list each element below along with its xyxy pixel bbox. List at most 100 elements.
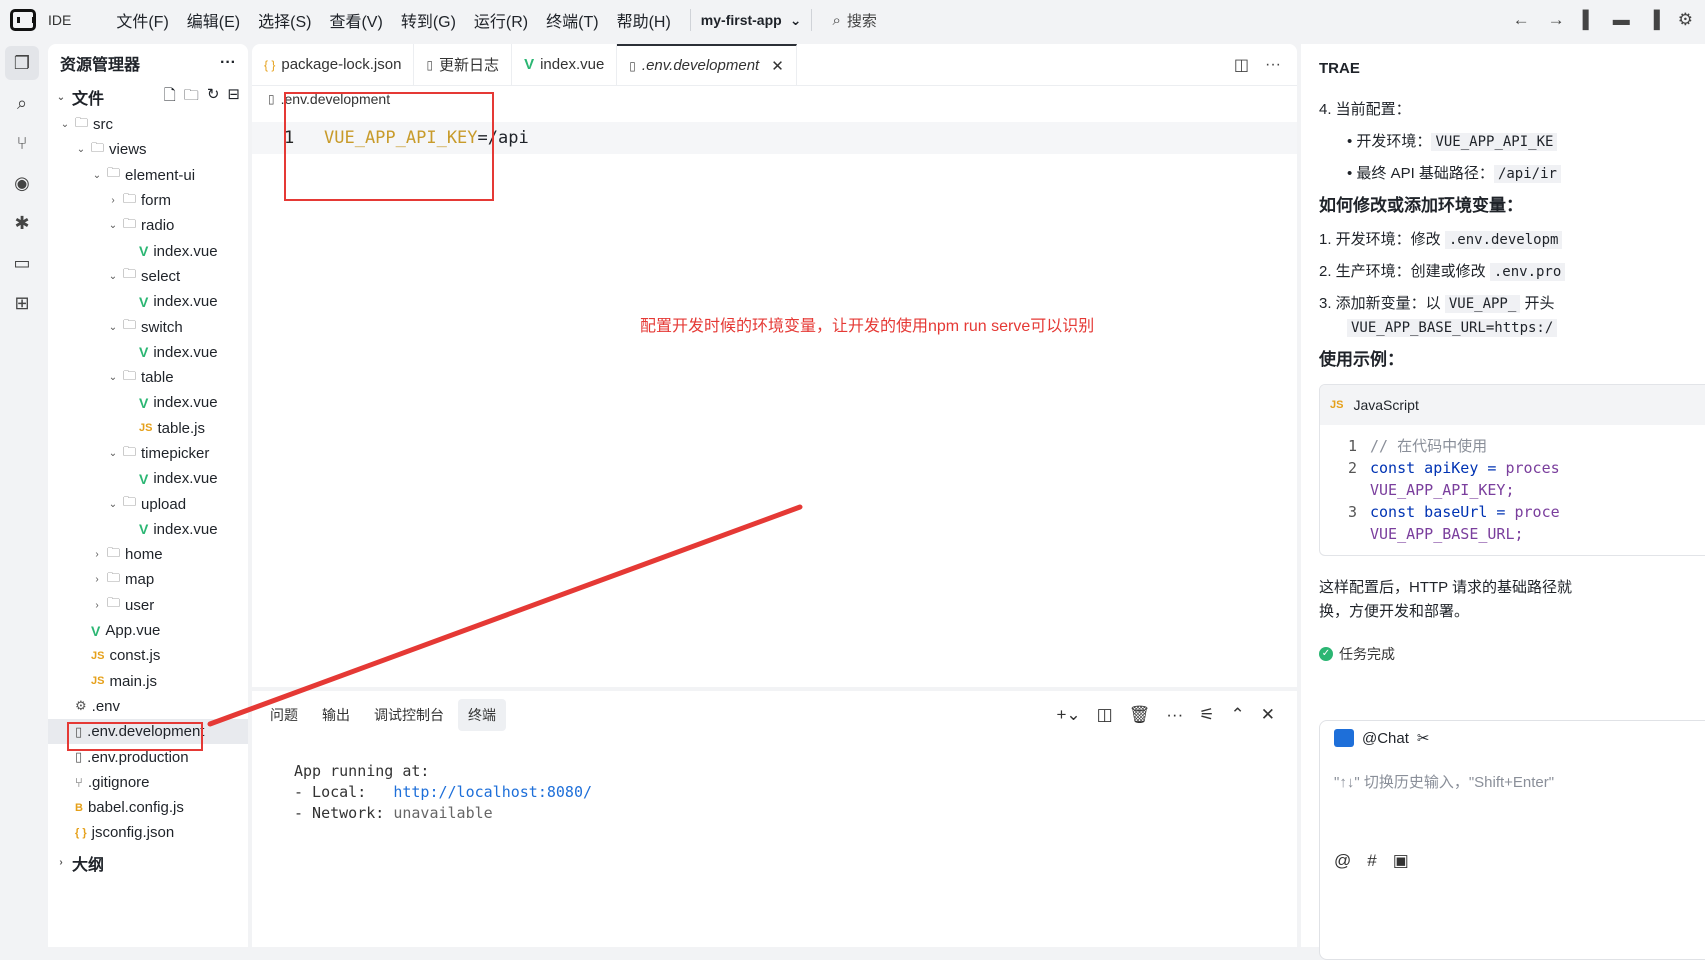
- menu-view[interactable]: 查看(V): [320, 8, 391, 32]
- explorer-files-icon[interactable]: ❐: [5, 46, 39, 80]
- tab-terminal[interactable]: 终端: [458, 699, 506, 731]
- folder-item[interactable]: ⌄ 🗀 switch: [48, 314, 248, 339]
- forward-arrow-icon[interactable]: →: [1548, 10, 1565, 30]
- file-item[interactable]: Vindex.vue: [48, 466, 248, 491]
- json-icon: { }: [264, 57, 276, 72]
- tab-changelog[interactable]: ▯ 更新日志: [414, 44, 513, 85]
- file-item[interactable]: ⑂ .gitignore: [48, 770, 248, 795]
- close-icon[interactable]: ✕: [771, 57, 784, 75]
- list-item: 3. 添加新变量：以 VUE_APP_ 开头: [1319, 294, 1705, 314]
- editor-tabs: { } package-lock.json ▯ 更新日志 V index.vue…: [252, 44, 1297, 86]
- menu-goto[interactable]: 转到(G): [392, 8, 465, 32]
- file-item[interactable]: V App.vue: [48, 618, 248, 643]
- hash-icon[interactable]: #: [1367, 851, 1376, 871]
- source-control-icon[interactable]: ⑂: [5, 126, 39, 160]
- mention-at-icon[interactable]: @: [1334, 851, 1351, 871]
- tab-problems[interactable]: 问题: [260, 699, 308, 731]
- settings-gear-icon[interactable]: ⚙: [1678, 10, 1693, 30]
- chat-text: 开发环境：: [1356, 133, 1432, 150]
- file-item[interactable]: JS main.js: [48, 669, 248, 694]
- chevron-down-icon: ⌄: [108, 372, 118, 384]
- inline-code: .env.pro: [1489, 263, 1566, 281]
- folder-item[interactable]: ⌄ 🗀 timepicker: [48, 441, 248, 466]
- menu-select[interactable]: 选择(S): [249, 8, 320, 32]
- outline-section-header[interactable]: › 大纲: [48, 848, 248, 878]
- menu-file[interactable]: 文件(F): [107, 8, 177, 32]
- search-icon[interactable]: ⌕: [5, 86, 39, 120]
- toggle-panel-icon[interactable]: ▬: [1613, 10, 1630, 30]
- maximize-chevron-up-icon[interactable]: ⌃: [1231, 705, 1245, 725]
- split-editor-icon[interactable]: ◫: [1234, 55, 1249, 75]
- chat-text: 1. 开发环境：修改: [1319, 231, 1441, 248]
- file-item[interactable]: JS table.js: [48, 416, 248, 441]
- file-item[interactable]: Vindex.vue: [48, 238, 248, 263]
- terminal-output[interactable]: App running at: - Local: http://localhos…: [252, 739, 1297, 824]
- folder-item[interactable]: ⌄ 🗀 radio: [48, 213, 248, 238]
- file-item[interactable]: Bbabel.config.js: [48, 795, 248, 820]
- folder-item[interactable]: ⌄ 🗀 select: [48, 264, 248, 289]
- folder-item[interactable]: ⌄ 🗀 src: [48, 112, 248, 137]
- folder-item[interactable]: ⌄ 🗀 element-ui: [48, 163, 248, 188]
- refresh-icon[interactable]: ↻: [207, 85, 220, 110]
- new-folder-icon[interactable]: 🗀: [184, 85, 199, 110]
- file-item[interactable]: Vindex.vue: [48, 517, 248, 542]
- folder-item[interactable]: ⌄ 🗀 table: [48, 365, 248, 390]
- folder-item[interactable]: › 🗀 user: [48, 593, 248, 618]
- chevron-down-icon: ⌄: [56, 91, 66, 103]
- debug-bug-icon[interactable]: ✱: [5, 206, 39, 240]
- more-icon[interactable]: ···: [1265, 56, 1281, 74]
- folder-item[interactable]: › 🗀 form: [48, 188, 248, 213]
- split-terminal-icon[interactable]: ◫: [1097, 705, 1113, 725]
- tree-label: index.vue: [153, 470, 218, 488]
- chat-input-placeholder[interactable]: "↑↓" 切换历史输入，"Shift+Enter": [1320, 755, 1705, 808]
- tree-label: radio: [141, 217, 175, 235]
- more-icon[interactable]: ···: [1166, 705, 1183, 725]
- toggle-sidebar-icon[interactable]: ▌: [1583, 10, 1595, 30]
- file-item[interactable]: ⚙ .env: [48, 694, 248, 719]
- code-block-body[interactable]: 1 // 在代码中使用 2 const apiKey = proces VUE_AP…: [1320, 425, 1705, 555]
- collapse-all-icon[interactable]: ⊟: [227, 85, 240, 110]
- more-icon[interactable]: ···: [220, 54, 236, 72]
- back-arrow-icon[interactable]: ←: [1513, 10, 1530, 30]
- file-item[interactable]: Vindex.vue: [48, 289, 248, 314]
- extensions-grid-icon[interactable]: ⊞: [5, 286, 39, 320]
- menu-edit[interactable]: 编辑(E): [178, 8, 249, 32]
- tab-package-lock[interactable]: { } package-lock.json: [252, 44, 415, 85]
- list-item: 2. 生产环境：创建或修改 .env.pro: [1319, 262, 1705, 282]
- menu-terminal[interactable]: 终端(T): [537, 8, 607, 32]
- menu-run[interactable]: 运行(R): [465, 8, 537, 32]
- file-item[interactable]: Vindex.vue: [48, 340, 248, 365]
- list-item: • 开发环境： VUE_APP_API_KE: [1319, 132, 1705, 152]
- search-box[interactable]: ⌕ 搜索: [832, 10, 876, 31]
- tab-debug-console[interactable]: 调试控制台: [364, 699, 454, 731]
- folder-item[interactable]: › 🗀 map: [48, 567, 248, 592]
- image-icon[interactable]: ▣: [1393, 851, 1409, 871]
- folder-item[interactable]: › 🗀 home: [48, 542, 248, 567]
- settings-sliders-icon[interactable]: ⚟: [1199, 705, 1214, 725]
- tab-output[interactable]: 输出: [312, 699, 360, 731]
- menu-help[interactable]: 帮助(H): [608, 8, 680, 32]
- chat-text: 3. 添加新变量：以: [1319, 295, 1441, 312]
- toggle-aux-sidebar-icon[interactable]: ▐: [1648, 10, 1660, 30]
- preview-eye-icon[interactable]: ◉: [5, 166, 39, 200]
- file-item[interactable]: Vindex.vue: [48, 390, 248, 415]
- chat-mode[interactable]: @Chat ✂: [1320, 721, 1705, 755]
- file-item[interactable]: JS const.js: [48, 643, 248, 668]
- remote-monitor-icon[interactable]: ▭: [5, 246, 39, 280]
- tools-icon[interactable]: ✂: [1417, 729, 1430, 747]
- folder-item[interactable]: ⌄ 🗀 upload: [48, 491, 248, 516]
- project-switcher[interactable]: my-first-app ⌄: [701, 12, 802, 29]
- local-url-link[interactable]: http://localhost:8080/: [393, 783, 592, 801]
- project-name: my-first-app: [700, 12, 782, 28]
- chat-input-box[interactable]: @Chat ✂ "↑↓" 切换历史输入，"Shift+Enter" @ # ▣: [1319, 720, 1705, 960]
- file-item[interactable]: { } jsconfig.json: [48, 820, 248, 845]
- tab-index-vue[interactable]: V index.vue: [512, 44, 618, 85]
- new-file-icon[interactable]: 🗋: [164, 85, 176, 110]
- file-icon: ▯: [426, 57, 434, 72]
- close-icon[interactable]: ✕: [1261, 705, 1275, 725]
- add-terminal-icon[interactable]: +⌄: [1056, 705, 1080, 725]
- files-section-header[interactable]: ⌄ 文件 🗋 🗀 ↻ ⊟: [48, 82, 248, 112]
- trash-icon[interactable]: 🗑: [1129, 705, 1151, 725]
- folder-item[interactable]: ⌄ 🗀 views: [48, 137, 248, 162]
- tab-env-development[interactable]: ▯ .env.development ✕: [617, 44, 797, 85]
